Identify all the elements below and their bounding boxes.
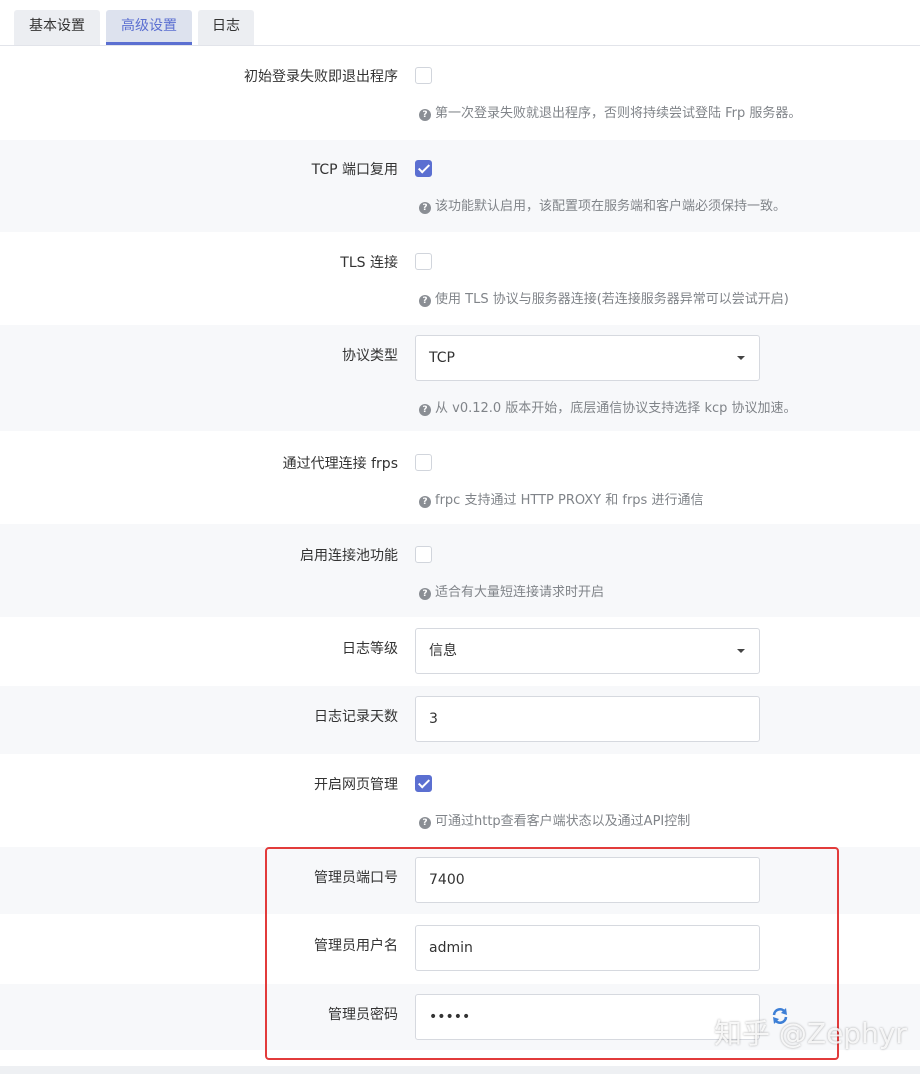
setting-row-tls: TLS 连接 ? 使用 TLS 协议与服务器连接(若连接服务器异常可以尝试开启) [0,232,920,325]
setting-label: TCP 端口复用 [311,162,398,178]
chevron-down-icon [737,356,745,360]
setting-label: TLS 连接 [340,255,398,271]
hint-text: 使用 TLS 协议与服务器连接(若连接服务器异常可以尝试开启) [435,292,789,307]
proxy-checkbox[interactable] [415,454,432,471]
question-circle-icon: ? [419,109,431,121]
hint-text: 该功能默认启用，该配置项在服务端和客户端必须保持一致。 [435,199,787,214]
hint-text: frpc 支持通过 HTTP PROXY 和 frps 进行通信 [435,493,704,508]
watermark: 知乎 @Zephyr [714,1017,907,1050]
log-level-select-value: 信息 [429,643,457,659]
tls-checkbox[interactable] [415,253,432,270]
question-circle-icon: ? [419,817,431,829]
setting-row-protocol: 协议类型 TCP ? 从 v0.12.0 版本开始，底层通信协议支持选择 kcp … [0,325,920,431]
log-days-input[interactable]: 3 [415,696,760,742]
setting-hint: ? 可通过http查看客户端状态以及通过API控制 [419,810,690,829]
hint-text: 适合有大量短连接请求时开启 [435,585,605,600]
setting-label: 日志记录天数 [314,709,398,725]
tab-log[interactable]: 日志 [198,10,254,45]
setting-row-log-days: 日志记录天数 3 [0,686,920,754]
setting-row-proxy: 通过代理连接 frps ? frpc 支持通过 HTTP PROXY 和 frps… [0,431,920,524]
hint-text: 从 v0.12.0 版本开始，底层通信协议支持选择 kcp 协议加速。 [435,401,797,416]
protocol-select-value: TCP [429,350,455,366]
setting-label: 启用连接池功能 [300,548,398,564]
setting-hint: ? frpc 支持通过 HTTP PROXY 和 frps 进行通信 [419,489,703,508]
hint-text: 第一次登录失败就退出程序，否则将持续尝试登陆 Frp 服务器。 [435,106,802,121]
chevron-down-icon [737,649,745,653]
setting-label: 开启网页管理 [314,777,398,793]
setting-hint: ? 适合有大量短连接请求时开启 [419,581,604,600]
log-level-select[interactable]: 信息 [415,628,760,674]
setting-hint: ? 使用 TLS 协议与服务器连接(若连接服务器异常可以尝试开启) [419,288,789,307]
login-fail-exit-checkbox[interactable] [415,67,432,84]
setting-hint: ? 第一次登录失败就退出程序，否则将持续尝试登陆 Frp 服务器。 [419,102,801,121]
setting-row-pool: 启用连接池功能 ? 适合有大量短连接请求时开启 [0,524,920,617]
setting-row-tcp-mux: TCP 端口复用 ? 该功能默认启用，该配置项在服务端和客户端必须保持一致。 [0,140,920,232]
setting-hint: ? 从 v0.12.0 版本开始，底层通信协议支持选择 kcp 协议加速。 [419,397,797,416]
question-circle-icon: ? [419,295,431,307]
tab-advanced-settings[interactable]: 高级设置 [106,10,192,45]
tab-basic-settings[interactable]: 基本设置 [14,10,100,45]
question-circle-icon: ? [419,588,431,600]
tab-bar: 基本设置 高级设置 日志 [0,0,920,46]
question-circle-icon: ? [419,496,431,508]
setting-label: 通过代理连接 frps [282,456,398,472]
setting-row-login-fail-exit: 初始登录失败即退出程序 ? 第一次登录失败就退出程序，否则将持续尝试登陆 Frp … [0,47,920,140]
tcp-mux-checkbox[interactable] [415,160,432,177]
protocol-select[interactable]: TCP [415,335,760,381]
web-admin-checkbox[interactable] [415,775,432,792]
setting-label: 初始登录失败即退出程序 [244,69,398,85]
setting-hint: ? 该功能默认启用，该配置项在服务端和客户端必须保持一致。 [419,195,786,214]
question-circle-icon: ? [419,404,431,416]
setting-row-web-admin: 开启网页管理 ? 可通过http查看客户端状态以及通过API控制 [0,754,920,847]
hint-text: 可通过http查看客户端状态以及通过API控制 [435,814,691,829]
setting-label: 日志等级 [342,641,398,657]
setting-label: 协议类型 [342,348,398,364]
setting-row-log-level: 日志等级 信息 [0,617,920,686]
bottom-divider [0,1066,920,1074]
pool-checkbox[interactable] [415,546,432,563]
question-circle-icon: ? [419,202,431,214]
